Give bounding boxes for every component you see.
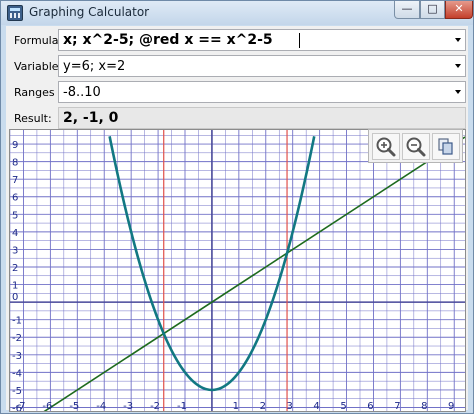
maximize-button[interactable]: □	[420, 1, 445, 19]
variables-label: Variables	[14, 60, 65, 73]
copy-icon	[438, 138, 453, 155]
formula-row: Formula x; x^2-5; @red x == x^2-5	[6, 28, 468, 52]
ranges-input[interactable]: -8..10	[63, 85, 101, 100]
y-tick-label: -1	[12, 316, 22, 327]
y-tick-label: 6	[12, 193, 18, 204]
x-tick-label: 6	[367, 401, 373, 411]
y-tick-label: -4	[12, 368, 22, 379]
ranges-dropdown-arrow-icon[interactable]	[455, 90, 461, 94]
x-tick-label: 5	[340, 401, 346, 411]
y-tick-label: 8	[12, 158, 18, 169]
y-tick-label: 0	[12, 292, 18, 303]
calculator-app-icon	[7, 5, 23, 21]
y-tick-label: -3	[12, 351, 22, 362]
y-tick-label: -5	[12, 386, 22, 397]
minimize-button[interactable]: —	[394, 1, 420, 19]
x-tick-label: -6	[42, 401, 52, 411]
result-label: Result:	[14, 112, 52, 125]
formula-dropdown-arrow-icon[interactable]	[455, 38, 461, 42]
x-tick-label: -2	[150, 401, 160, 411]
close-button[interactable]: ✕	[445, 1, 473, 19]
variables-input[interactable]: y=6; x=2	[63, 59, 125, 74]
title-bar[interactable]: Graphing Calculator — □ ✕	[1, 1, 473, 25]
y-tick-label: 4	[12, 228, 18, 239]
y-tick-label: -2	[12, 333, 22, 344]
y-tick-label: 2	[12, 263, 18, 274]
ranges-row: Ranges -8..10	[6, 80, 468, 104]
x-tick-label: -4	[96, 401, 106, 411]
result-row: Result: 2, -1, 0	[6, 106, 468, 130]
series-line	[37, 136, 466, 415]
x-tick-label: 3	[287, 401, 293, 411]
y-tick-label: 5	[12, 210, 18, 221]
graph-plot-area[interactable]: -6 -5 -4 -3 -2 -1 0 1 2 3 4 5 6 7 8 9 -7 -6 -5 -4 -3 -2 -1 1 2 3 4…	[9, 129, 466, 415]
y-tick-label: 7	[12, 175, 18, 186]
x-tick-label: -1	[177, 401, 187, 411]
x-tick-label: 9	[448, 401, 454, 411]
result-field: 2, -1, 0	[58, 107, 466, 129]
client-area: Formula x; x^2-5; @red x == x^2-5 Variab…	[6, 26, 468, 415]
text-cursor	[299, 33, 300, 48]
graphing-calculator-window: Graphing Calculator — □ ✕ Formula x; x^2…	[0, 0, 474, 415]
graph-svg[interactable]: -6-5-4-3-2-10123456789-7 -6 -5 -4 -3 -2 -1 1 2 3 4…	[9, 130, 466, 415]
variables-dropdown-arrow-icon[interactable]	[455, 64, 461, 68]
copy-button[interactable]	[432, 133, 460, 160]
variables-row: Variables y=6; x=2	[6, 54, 468, 78]
x-tick-label: -3	[123, 401, 133, 411]
magnifier-plus-icon	[376, 137, 396, 157]
y-tick-label: 1	[12, 281, 18, 292]
y-tick-label: 3	[12, 245, 18, 256]
x-tick-label: 7	[394, 401, 400, 411]
x-tick-label: 4	[313, 401, 319, 411]
x-tick-label: 1	[233, 401, 239, 411]
zoom-in-button[interactable]	[372, 133, 400, 160]
formula-label: Formula	[14, 34, 59, 47]
formula-combobox[interactable]: x; x^2-5; @red x == x^2-5	[58, 29, 466, 51]
result-value: 2, -1, 0	[63, 110, 119, 126]
x-tick-label: 2	[260, 401, 266, 411]
x-tick-label: -5	[69, 401, 79, 411]
x-tick-label: 8	[421, 401, 427, 411]
ranges-label: Ranges	[14, 86, 55, 99]
ranges-combobox[interactable]: -8..10	[58, 81, 466, 103]
zoom-toolbar	[368, 129, 463, 163]
formula-input[interactable]: x; x^2-5; @red x == x^2-5	[63, 32, 273, 48]
variables-combobox[interactable]: y=6; x=2	[58, 55, 466, 77]
x-tick-label: -7	[15, 401, 25, 411]
magnifier-minus-icon	[406, 137, 426, 157]
y-tick-label: 9	[12, 140, 18, 151]
window-title: Graphing Calculator	[29, 5, 150, 19]
zoom-out-button[interactable]	[402, 133, 430, 160]
